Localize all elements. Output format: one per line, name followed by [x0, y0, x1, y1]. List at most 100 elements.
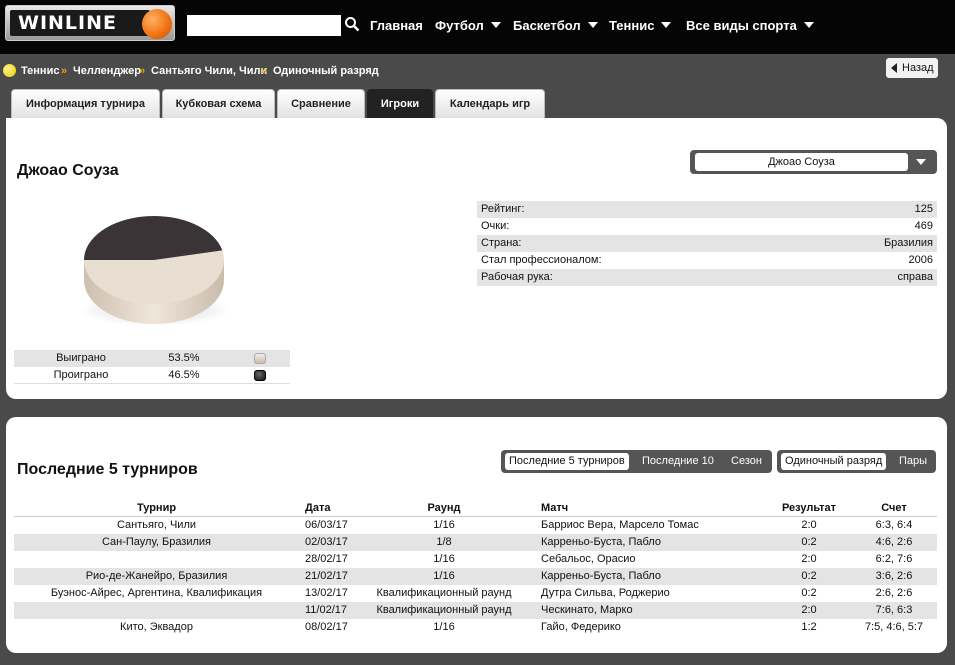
filter-season[interactable]: Сезон	[727, 453, 766, 470]
cell-score: 4:6, 2:6	[875, 536, 913, 548]
cell-date: 08/02/17	[305, 621, 348, 633]
cell-result: 2:0	[801, 519, 817, 531]
tab-tournament-info[interactable]: Информация турнира	[11, 89, 160, 118]
player-name: Джоао Соуза	[17, 162, 119, 179]
stat-row: Рейтинг: 125	[477, 201, 937, 218]
table-header: Турнир Дата Раунд Матч Результат Счет	[14, 500, 937, 517]
legend-label: Проиграно	[53, 369, 109, 381]
stat-label: Очки:	[481, 220, 510, 232]
stat-value: 469	[914, 220, 933, 232]
stat-row: Страна: Бразилия	[477, 235, 937, 252]
player-select[interactable]: Джоао Соуза	[690, 150, 937, 174]
cell-result: 0:2	[801, 570, 817, 582]
col-date: Дата	[305, 502, 331, 514]
stat-label: Рейтинг:	[481, 203, 525, 215]
tab-label: Информация турнира	[25, 98, 146, 110]
cell-match: Гайо, Федерико	[541, 621, 621, 633]
win-loss-legend: Выиграно 53.5% Проиграно 46.5%	[14, 350, 290, 384]
tab-label: Игроки	[380, 98, 420, 110]
cell-score: 6:3, 6:4	[875, 519, 913, 531]
back-button[interactable]: Назад	[886, 58, 938, 78]
recent-table: Турнир Дата Раунд Матч Результат Счет Са…	[14, 500, 937, 636]
cell-result: 1:2	[801, 621, 817, 633]
legend-percent: 46.5%	[168, 369, 200, 381]
cell-tournament: Сантьяго, Чили	[116, 519, 197, 531]
cell-result: 0:2	[801, 536, 817, 548]
breadcrumb-separator: »	[139, 65, 146, 77]
cell-round: 1/16	[433, 553, 455, 565]
chevron-down-icon	[916, 159, 926, 165]
cell-round: Квалификационный раунд	[376, 587, 512, 599]
winline-logo[interactable]: WINLINE	[5, 5, 175, 41]
nav-basketball[interactable]: Баскетбол	[513, 18, 598, 33]
player-select-value: Джоао Соуза	[695, 153, 908, 171]
legend-row-won: Выиграно 53.5%	[14, 350, 290, 367]
stat-label: Рабочая рука:	[481, 271, 553, 283]
cell-date: 28/02/17	[305, 553, 348, 565]
stat-row: Рабочая рука: справа	[477, 269, 937, 286]
tab-comparison[interactable]: Сравнение	[277, 89, 365, 118]
breadcrumb-santiago[interactable]: Сантьяго Чили, Чили	[151, 65, 267, 77]
stat-value: справа	[897, 271, 933, 283]
cell-date: 06/03/17	[305, 519, 348, 531]
chevron-down-icon	[803, 22, 814, 28]
win-loss-pie-chart	[80, 216, 230, 326]
nav-football-label: Футбол	[435, 18, 484, 33]
recent-title: Последние 5 турниров	[17, 461, 198, 478]
cell-match: Дутра Сильва, Роджерио	[541, 587, 670, 599]
search-input[interactable]	[187, 15, 341, 36]
cell-date: 21/02/17	[305, 570, 348, 582]
stat-row: Очки: 469	[477, 218, 937, 235]
cell-score: 3:6, 2:6	[875, 570, 913, 582]
period-filter: Последние 5 турниров Последние 10 Сезон	[501, 450, 772, 473]
nav-basketball-label: Баскетбол	[513, 18, 581, 33]
filter-doubles[interactable]: Пары	[895, 453, 931, 470]
cell-result: 0:2	[801, 587, 817, 599]
nav-football[interactable]: Футбол	[435, 18, 501, 33]
cell-result: 2:0	[801, 553, 817, 565]
legend-label: Выиграно	[56, 352, 106, 364]
tab-bracket[interactable]: Кубковая схема	[162, 89, 275, 118]
breadcrumb-challenger[interactable]: Челленджер	[73, 65, 141, 77]
search-icon[interactable]	[344, 16, 360, 32]
logo-ball-icon	[142, 9, 172, 39]
cell-result: 2:0	[801, 604, 817, 616]
cell-score: 2:6, 2:6	[875, 587, 913, 599]
cell-match: Барриос Вера, Марсело Томас	[541, 519, 699, 531]
type-filter: Одиночный разряд Пары	[777, 450, 936, 473]
table-row: Буэнос-Айрес, Аргентина, Квалификация 13/…	[14, 585, 937, 602]
cell-round: 1/16	[433, 621, 455, 633]
nav-home[interactable]: Главная	[370, 18, 423, 33]
nav-all-sports[interactable]: Все виды спорта	[686, 18, 814, 33]
tab-label: Сравнение	[291, 98, 351, 110]
filter-last-10[interactable]: Последние 10	[638, 453, 718, 470]
filter-last-5[interactable]: Последние 5 турниров	[505, 453, 629, 470]
breadcrumb-tennis[interactable]: Теннис	[21, 65, 59, 77]
tab-calendar[interactable]: Календарь игр	[435, 89, 545, 118]
cell-round: 1/16	[433, 519, 455, 531]
cell-date: 11/02/17	[305, 604, 348, 616]
cell-round: 1/8	[436, 536, 452, 548]
breadcrumb-separator: »	[261, 65, 268, 77]
filter-singles[interactable]: Одиночный разряд	[781, 453, 887, 470]
chevron-down-icon	[587, 22, 598, 28]
nav-home-label: Главная	[370, 18, 423, 33]
table-row: Сан-Паулу, Бразилия 02/03/17 1/8 Карреньо-Б…	[14, 534, 937, 551]
cell-date: 02/03/17	[305, 536, 348, 548]
stat-row: Стал профессионалом: 2006	[477, 252, 937, 269]
stat-label: Страна:	[481, 237, 522, 249]
tab-players[interactable]: Игроки	[367, 89, 433, 118]
col-round: Раунд	[427, 502, 461, 514]
nav-tennis-label: Теннис	[609, 18, 655, 33]
table-row: 28/02/17 1/16 Себальос, Орасио 2:0 6:2, 7:6	[14, 551, 937, 568]
table-row: 11/02/17 Квалификационный раунд Ческинато,…	[14, 602, 937, 619]
legend-swatch	[254, 353, 266, 364]
top-bar: WINLINE Главная Футбол Баскетбол Теннис …	[0, 0, 955, 54]
tennis-ball-icon	[3, 64, 16, 77]
cell-match: Карреньо-Буста, Пабло	[541, 536, 661, 548]
col-tournament: Турнир	[136, 502, 177, 514]
cell-match: Ческинато, Марко	[541, 604, 633, 616]
nav-tennis[interactable]: Теннис	[609, 18, 672, 33]
cell-score: 6:2, 7:6	[875, 553, 913, 565]
cell-match: Карреньо-Буста, Пабло	[541, 570, 661, 582]
